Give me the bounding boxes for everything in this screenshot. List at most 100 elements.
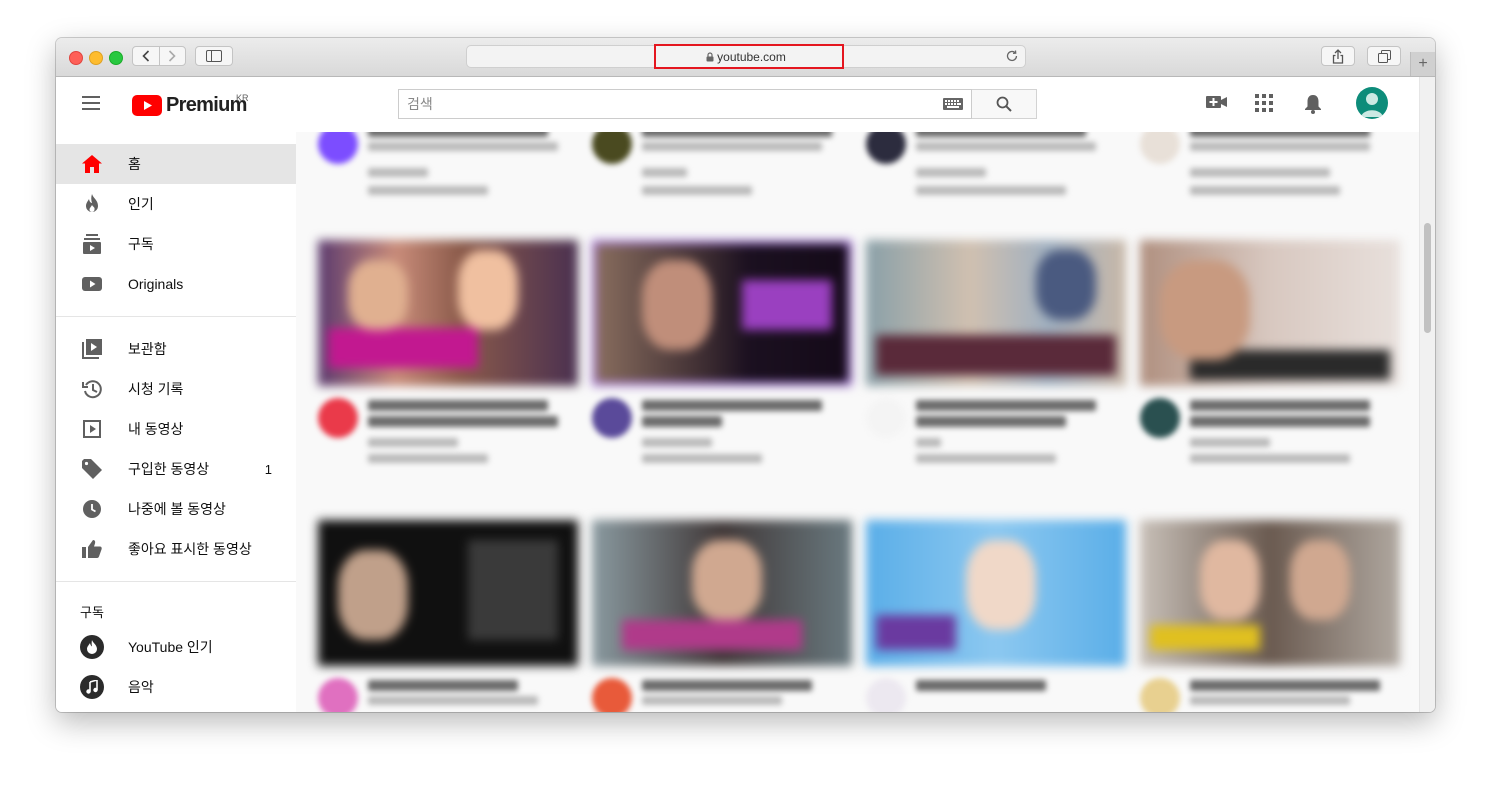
video-card[interactable] <box>866 132 1126 195</box>
tabs-overview-button[interactable] <box>1367 46 1401 66</box>
sidebar-item-home[interactable]: 홈 <box>56 144 296 184</box>
video-card[interactable] <box>592 240 852 466</box>
sidebar-item-history[interactable]: 시청 기록 <box>56 369 296 409</box>
create-button[interactable] <box>1206 94 1228 115</box>
video-card[interactable] <box>592 132 852 195</box>
video-card[interactable] <box>1140 240 1400 466</box>
subscriptions-icon <box>80 232 104 256</box>
video-card[interactable] <box>1140 132 1400 195</box>
sidebar-item-originals[interactable]: Originals <box>56 264 296 304</box>
reload-icon <box>1006 50 1018 62</box>
new-tab-button[interactable]: + <box>1410 52 1435 76</box>
sidebar-item-label: 구독 <box>128 236 154 252</box>
history-icon <box>80 377 104 401</box>
nav-buttons <box>132 46 186 66</box>
zoom-window-button[interactable] <box>109 51 123 65</box>
yt-logo[interactable]: Premium <box>132 94 247 117</box>
sidebar-divider <box>56 316 296 317</box>
apps-icon <box>1255 94 1273 112</box>
sidebar-item-purchases[interactable]: 구입한 동영상 1 <box>56 449 296 489</box>
sidebar-item-trending[interactable]: 인기 <box>56 184 296 224</box>
purchases-icon <box>80 457 104 481</box>
sidebar-item-label: 홈 <box>128 156 141 172</box>
music-icon <box>80 675 104 699</box>
sidebar-item-label: 좋아요 표시한 동영상 <box>128 541 252 557</box>
reload-button[interactable] <box>1005 49 1019 68</box>
video-grid <box>296 132 1420 712</box>
sidebar-item-label: 구입한 동영상 <box>128 461 210 477</box>
video-card[interactable] <box>866 240 1126 466</box>
region-label: KR <box>236 93 249 103</box>
sidebar-item-subscriptions[interactable]: 구독 <box>56 224 296 264</box>
search-box <box>398 89 972 119</box>
video-thumbnail-blurred <box>592 520 852 666</box>
video-card[interactable] <box>318 240 578 466</box>
sidebar-item-label: YouTube 인기 <box>128 639 213 655</box>
subscriptions-section-title: 구독 <box>80 605 104 620</box>
youtube-popular-icon <box>80 635 104 659</box>
search-button[interactable] <box>972 89 1037 119</box>
your-videos-icon <box>80 417 104 441</box>
sidebar-divider <box>56 581 296 582</box>
minimize-window-button[interactable] <box>89 51 103 65</box>
video-meta-blurred <box>318 386 578 466</box>
avatar[interactable] <box>1356 87 1388 119</box>
sidebar-sub-partial[interactable] <box>56 707 296 712</box>
video-meta-blurred <box>592 132 852 195</box>
sidebar-item-liked[interactable]: 좋아요 표시한 동영상 <box>56 529 296 569</box>
sidebar-item-label: 인기 <box>128 196 154 212</box>
sidebar-item-label: 시청 기록 <box>128 381 184 397</box>
forward-button[interactable] <box>160 47 186 65</box>
yt-masthead: Premium KR <box>56 77 1420 132</box>
sidebar-item-watch-later[interactable]: 나중에 볼 동영상 <box>56 489 296 529</box>
sidebar-item-label: Originals <box>128 276 184 292</box>
youtube-logo-icon <box>132 95 162 116</box>
sidebar-item-your-videos[interactable]: 내 동영상 <box>56 409 296 449</box>
video-meta-blurred <box>1140 666 1400 712</box>
browser-window: youtube.com + Premium KR 검색 홈 인기 구독 Orig… <box>56 38 1435 712</box>
apps-button[interactable] <box>1255 94 1273 117</box>
video-meta-blurred <box>318 132 578 195</box>
video-meta-blurred <box>866 132 1126 195</box>
url-highlight-box <box>654 44 844 69</box>
menu-button[interactable] <box>82 96 100 115</box>
chevron-right-icon <box>169 50 176 62</box>
sidebar-sub-music[interactable]: 음악 <box>56 667 296 707</box>
close-window-button[interactable] <box>69 51 83 65</box>
sidebar-item-label: 보관함 <box>128 341 167 357</box>
share-button[interactable] <box>1321 46 1355 66</box>
tabs-icon <box>1377 49 1391 63</box>
plus-icon: + <box>1418 55 1428 72</box>
browser-toolbar: youtube.com + <box>56 38 1435 77</box>
page-scrollbar[interactable] <box>1419 77 1435 712</box>
logo-text: Premium <box>166 94 247 116</box>
video-card[interactable] <box>866 520 1126 712</box>
notifications-button[interactable] <box>1304 94 1322 119</box>
video-meta-blurred <box>866 386 1126 466</box>
search-icon <box>996 96 1012 112</box>
video-thumbnail-blurred <box>592 240 852 386</box>
library-icon <box>80 337 104 361</box>
keyboard-button[interactable] <box>943 97 963 115</box>
video-meta-blurred <box>592 666 852 712</box>
back-button[interactable] <box>133 47 159 65</box>
avatar-icon <box>1361 93 1383 117</box>
video-meta-blurred <box>1140 386 1400 466</box>
purchases-count-badge: 1 <box>264 461 272 477</box>
video-meta-blurred <box>866 666 1126 712</box>
video-thumbnail-blurred <box>318 240 578 386</box>
video-thumbnail-blurred <box>866 240 1126 386</box>
sidebar-item-library[interactable]: 보관함 <box>56 329 296 369</box>
yt-sidebar: 홈 인기 구독 Originals 보관함 시청 기록 내 동영상 구입한 동영… <box>56 132 296 712</box>
menu-icon <box>82 96 100 110</box>
sidebar-toggle-button[interactable] <box>195 46 233 66</box>
search-input[interactable] <box>399 90 971 118</box>
video-card[interactable] <box>592 520 852 712</box>
video-card[interactable] <box>318 132 578 195</box>
video-card[interactable] <box>318 520 578 712</box>
scrollbar-thumb[interactable] <box>1424 223 1431 333</box>
sidebar-sub-youtube-popular[interactable]: YouTube 인기 <box>56 627 296 667</box>
keyboard-icon <box>943 98 963 110</box>
video-meta-blurred <box>318 666 578 712</box>
video-card[interactable] <box>1140 520 1400 712</box>
